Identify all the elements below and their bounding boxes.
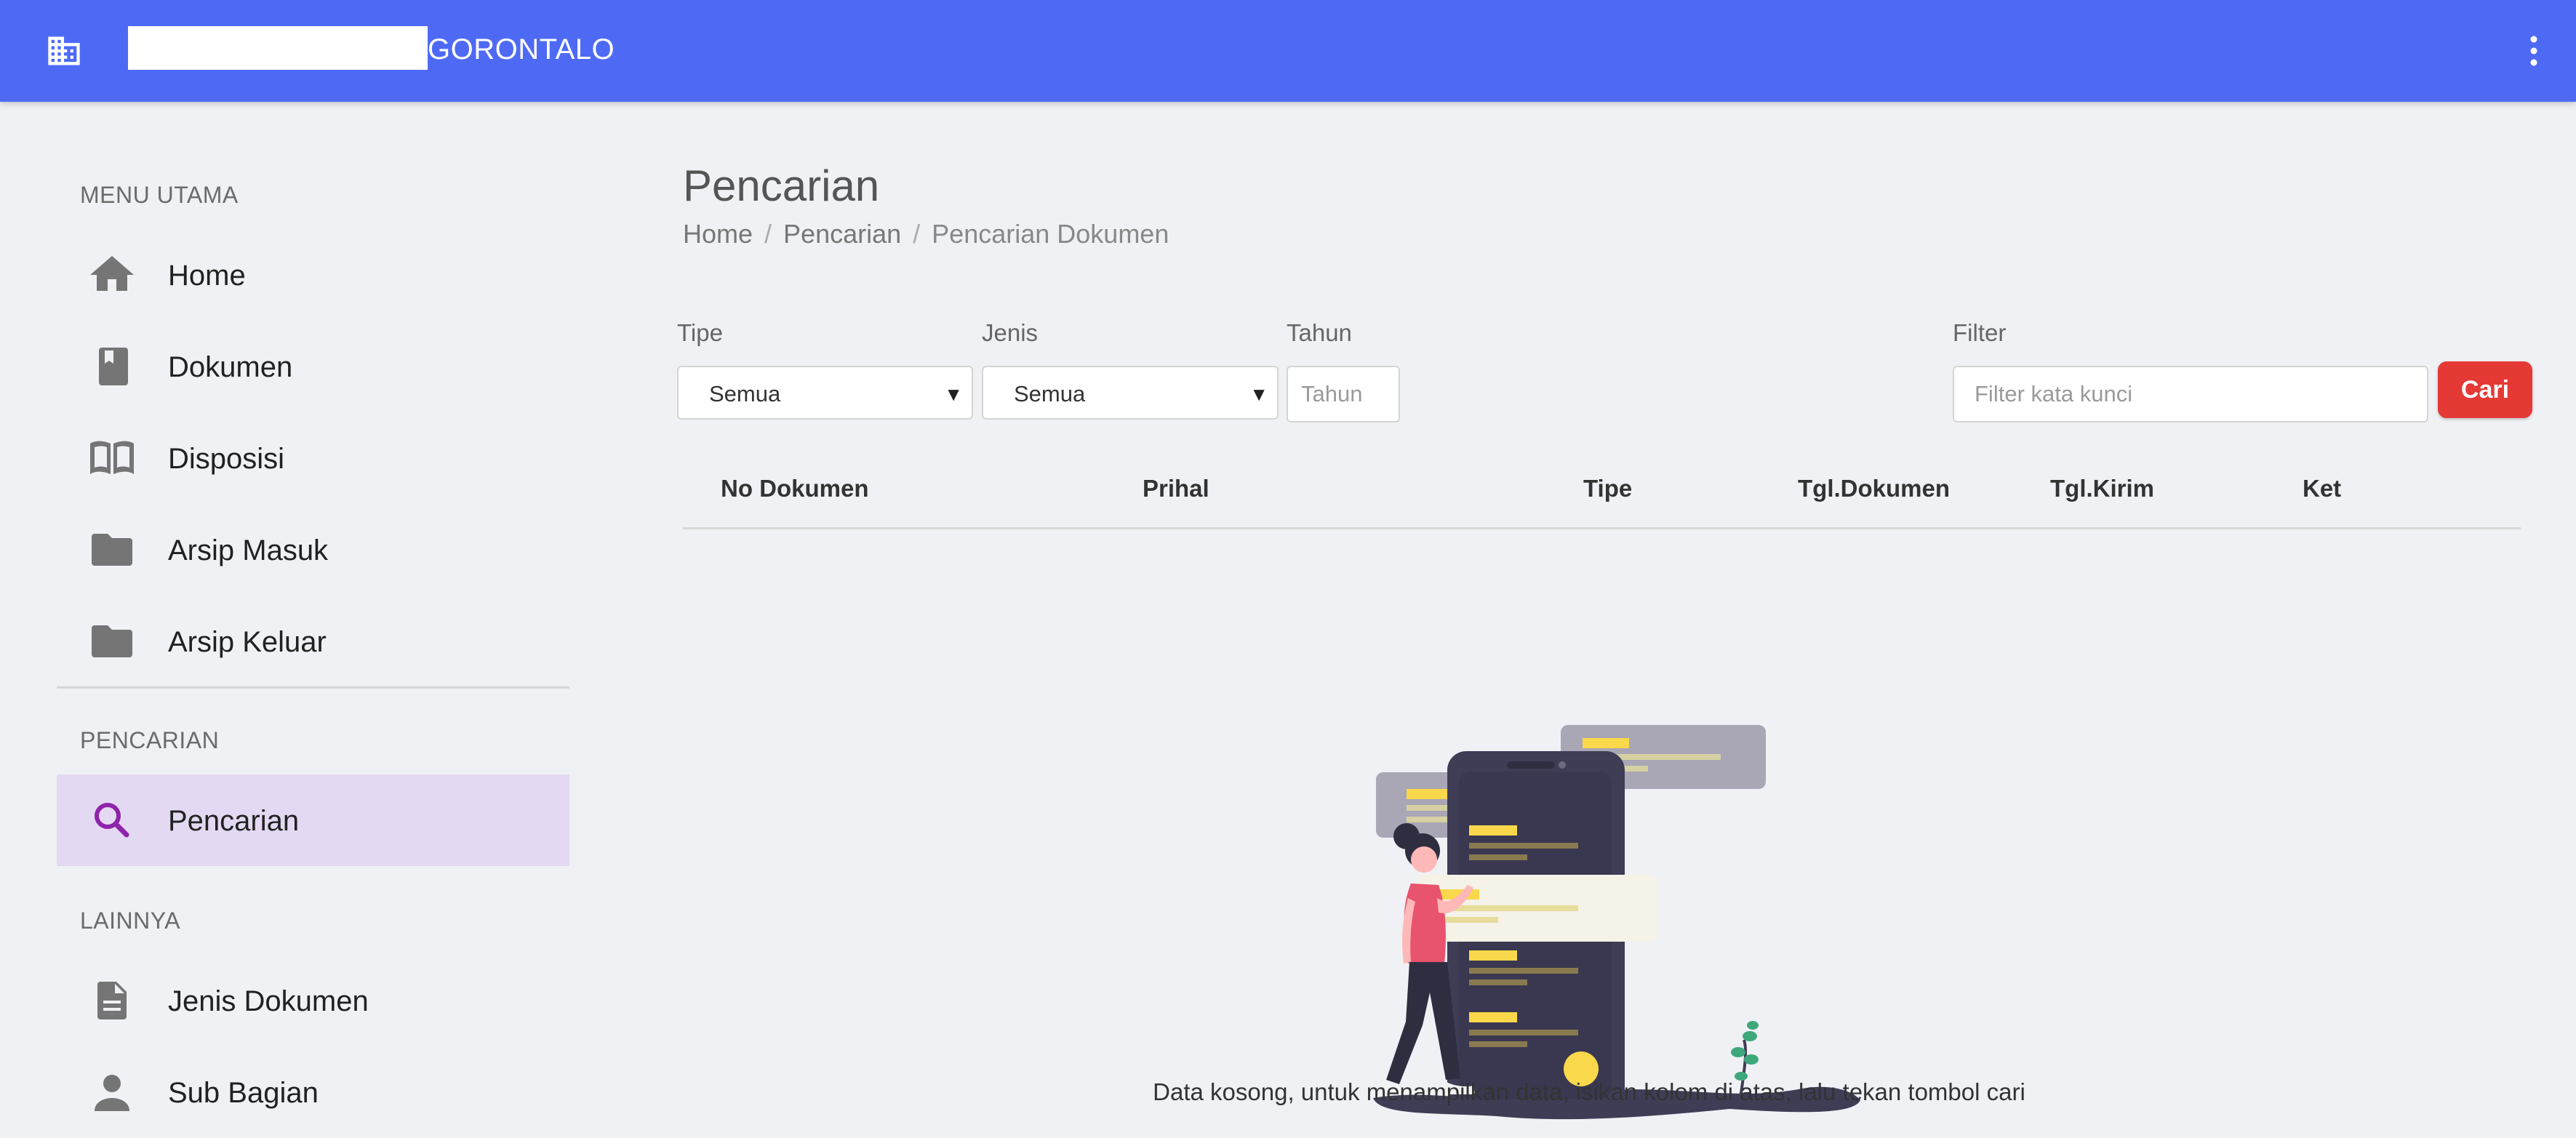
app-header: GORONTALO [0,0,2576,102]
section-title-lainnya: LAINNYA [80,907,181,934]
jenis-label: Jenis [982,319,1039,346]
empty-state-illustration [1351,614,1889,1138]
search-button[interactable]: Cari [2438,361,2532,418]
building-icon [45,32,83,70]
sidebar-item-label: Dokumen [168,351,293,383]
tipe-select[interactable]: Semua ▼ [677,366,973,420]
book-icon [90,348,134,385]
redacted-title-block [128,26,428,70]
folder-icon [90,531,134,569]
sidebar-item-label: Disposisi [168,443,285,475]
section-title-pencarian: PENCARIAN [80,727,220,753]
chevron-down-icon: ▼ [944,383,963,405]
sidebar-item-label: Arsip Keluar [168,626,327,658]
column-header-tgl-dokumen[interactable]: Tgl.Dokumen [1798,474,1950,503]
column-header-prihal[interactable]: Prihal [1143,474,1209,503]
breadcrumb-current: Pencarian Dokumen [932,219,1169,249]
search-icon [90,801,134,839]
sidebar-item-label: Sub Bagian [168,1077,319,1109]
sidebar-item-home[interactable]: Home [57,229,569,321]
sidebar-item-sub-bagian[interactable]: Sub Bagian [57,1046,569,1138]
description-icon [90,982,134,1019]
page-title: Pencarian [683,161,880,210]
jenis-select[interactable]: Semua ▼ [982,366,1279,420]
column-header-tipe[interactable]: Tipe [1583,474,1632,503]
sidebar-item-disposisi[interactable]: Disposisi [57,412,569,504]
breadcrumb: Home / Pencarian / Pencarian Dokumen [683,218,1169,250]
sidebar-item-label: Pencarian [168,805,300,837]
more-vert-icon[interactable] [2524,32,2544,70]
sidebar-item-label: Arsip Masuk [168,534,329,566]
chevron-down-icon: ▼ [1249,383,1268,405]
main-content: Pencarian Home / Pencarian / Pencarian D… [655,102,2576,1123]
sidebar-item-label: Jenis Dokumen [168,985,369,1017]
empty-state-message: Data kosong, untuk menampilkan data, isi… [1153,1078,2025,1105]
open-book-icon [90,439,134,477]
table-header-divider [683,527,2521,529]
tipe-select-value: Semua [709,381,781,406]
breadcrumb-home[interactable]: Home [683,218,753,250]
sidebar-item-pencarian[interactable]: Pencarian [57,774,569,866]
tahun-input[interactable] [1287,366,1400,422]
app-title: GORONTALO [428,33,615,65]
jenis-select-value: Semua [1014,381,1086,406]
filter-label: Filter [1953,319,2007,346]
tipe-label: Tipe [677,319,723,346]
sidebar: MENU UTAMA Home Dokumen Disposisi Arsip … [57,102,569,1123]
home-icon [90,256,134,294]
person-icon [90,1073,134,1111]
breadcrumb-separator: / [913,219,921,249]
breadcrumb-separator: / [764,219,772,249]
sidebar-item-jenis-dokumen[interactable]: Jenis Dokumen [57,955,569,1046]
sidebar-item-label: Home [168,260,246,292]
sidebar-item-arsip-masuk[interactable]: Arsip Masuk [57,504,569,596]
breadcrumb-pencarian[interactable]: Pencarian [783,218,901,250]
sidebar-divider [57,686,569,689]
column-header-tgl-kirim[interactable]: Tgl.Kirim [2050,474,2154,503]
folder-icon [90,622,134,660]
filter-keyword-input[interactable] [1953,366,2428,422]
column-header-no-dokumen[interactable]: No Dokumen [721,474,869,503]
sidebar-item-dokumen[interactable]: Dokumen [57,321,569,412]
tahun-label: Tahun [1287,319,1352,346]
column-header-ket[interactable]: Ket [2303,474,2341,503]
section-title-menu-utama: MENU UTAMA [80,182,239,208]
sidebar-item-arsip-keluar[interactable]: Arsip Keluar [57,596,569,687]
